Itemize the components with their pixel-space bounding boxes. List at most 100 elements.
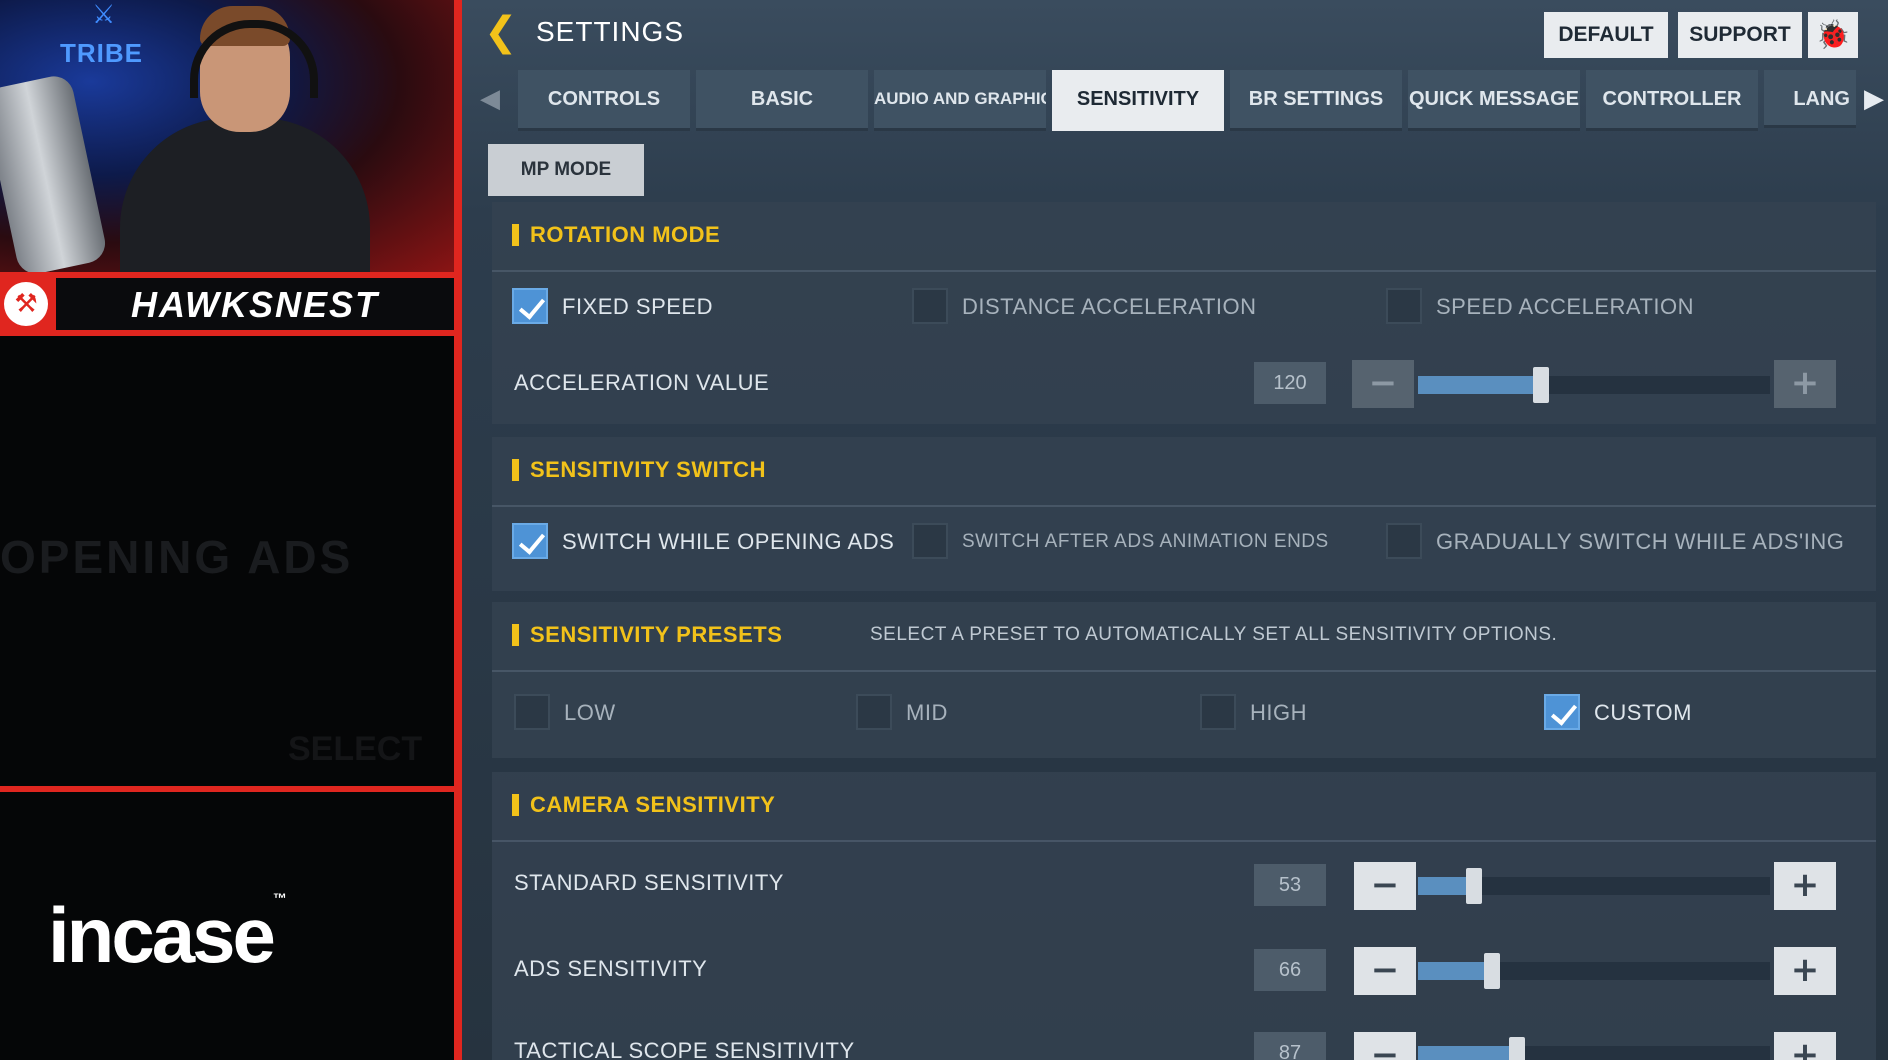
support-button[interactable]: SUPPORT <box>1678 12 1802 58</box>
slider-thumb[interactable] <box>1533 367 1549 403</box>
tactical-scope-sensitivity-slider[interactable] <box>1418 1037 1770 1060</box>
tab-controls[interactable]: CONTROLS <box>518 70 690 131</box>
tab-sensitivity[interactable]: SENSITIVITY <box>1052 70 1224 131</box>
checkbox-unchecked[interactable] <box>514 694 550 730</box>
tab-bar: ◀ CONTROLS BASIC AUDIO AND GRAPHICS SENS… <box>462 70 1888 131</box>
option-label: SWITCH AFTER ADS ANIMATION ENDS <box>962 531 1329 552</box>
bug-report-icon[interactable]: 🐞 <box>1808 12 1858 58</box>
standard-sensitivity-decrease-button[interactable]: − <box>1354 862 1416 910</box>
tactical-scope-sensitivity-decrease-button[interactable]: − <box>1354 1032 1416 1060</box>
camera-sensitivity-panel: CAMERA SENSITIVITY STANDARD SENSITIVITY … <box>492 772 1876 1060</box>
tactical-scope-sensitivity-value: 87 <box>1254 1032 1326 1060</box>
slider-thumb[interactable] <box>1466 868 1482 904</box>
ads-sensitivity-value: 66 <box>1254 949 1326 991</box>
checkbox-unchecked[interactable] <box>856 694 892 730</box>
option-distance-acceleration[interactable]: DISTANCE ACCELERATION <box>912 288 1312 328</box>
preset-high[interactable]: HIGH <box>1200 694 1400 734</box>
ads-sensitivity-decrease-button[interactable]: − <box>1354 947 1416 995</box>
overlay-border <box>454 0 462 1060</box>
slider-thumb[interactable] <box>1484 953 1500 989</box>
section-title: ROTATION MODE <box>530 222 721 247</box>
sensitivity-presets-panel: SENSITIVITY PRESETS SELECT A PRESET TO A… <box>492 602 1876 758</box>
sponsor-logo: incase™ <box>48 890 287 981</box>
checkbox-checked[interactable] <box>1544 694 1580 730</box>
preset-low[interactable]: LOW <box>514 694 714 734</box>
checkbox-checked[interactable] <box>512 523 548 559</box>
ghost-overlay-small-text: SELECT <box>288 730 423 768</box>
stream-overlay: ⚔ TRIBE ⚒ HAWKSNEST OPENING ADS SELECT i… <box>0 0 462 1060</box>
option-fixed-speed[interactable]: FIXED SPEED <box>512 288 832 328</box>
section-title: CAMERA SENSITIVITY <box>530 792 776 817</box>
subtab-mp-mode[interactable]: MP MODE <box>488 144 644 196</box>
tab-scroll-right-icon[interactable]: ▶ <box>1864 84 1884 114</box>
tab-basic[interactable]: BASIC <box>696 70 868 131</box>
option-gradually-switch[interactable]: GRADUALLY SWITCH WHILE ADS'ING <box>1386 523 1856 563</box>
back-arrow-icon[interactable]: ❮ <box>484 12 518 52</box>
settings-screen: ❮ SETTINGS DEFAULT SUPPORT 🐞 ◀ CONTROLS … <box>462 0 1888 1060</box>
tab-scroll-left-icon[interactable]: ◀ <box>480 84 500 114</box>
tab-quick-message[interactable]: QUICK MESSAGE <box>1408 70 1580 131</box>
slider-fill <box>1418 962 1492 980</box>
option-label: FIXED SPEED <box>562 294 713 319</box>
checkbox-unchecked[interactable] <box>912 523 948 559</box>
ads-sensitivity-slider[interactable] <box>1418 953 1770 989</box>
ghost-overlay-text: OPENING ADS <box>0 531 354 583</box>
tab-audio-and-graphics[interactable]: AUDIO AND GRAPHICS <box>874 70 1046 131</box>
option-switch-while-opening-ads[interactable]: SWITCH WHILE OPENING ADS <box>512 523 912 563</box>
checkbox-unchecked[interactable] <box>1386 523 1422 559</box>
section-marker <box>512 794 519 816</box>
option-label: GRADUALLY SWITCH WHILE ADS'ING <box>1436 529 1845 554</box>
section-description: SELECT A PRESET TO AUTOMATICALLY SET ALL… <box>870 624 1558 645</box>
overlay-divider <box>0 786 462 792</box>
default-button[interactable]: DEFAULT <box>1544 12 1668 58</box>
acceleration-value-label: ACCELERATION VALUE <box>514 370 770 395</box>
checkbox-checked[interactable] <box>512 288 548 324</box>
option-label: SPEED ACCELERATION <box>1436 294 1694 319</box>
section-title: SENSITIVITY PRESETS <box>530 622 783 647</box>
camera-sensitivity-header: CAMERA SENSITIVITY <box>492 772 1876 842</box>
sensitivity-switch-header: SENSITIVITY SWITCH <box>492 437 1876 507</box>
streamer-name: HAWKSNEST <box>130 284 379 325</box>
option-label: LOW <box>564 700 616 725</box>
tribe-logo: ⚔ TRIBE <box>56 0 156 68</box>
top-bar: ❮ SETTINGS DEFAULT SUPPORT 🐞 <box>462 0 1888 66</box>
rotation-mode-header: ROTATION MODE <box>492 202 1876 272</box>
acceleration-decrease-button[interactable]: − <box>1352 360 1414 408</box>
webcam-feed: ⚔ TRIBE <box>0 0 454 272</box>
standard-sensitivity-label: STANDARD SENSITIVITY <box>514 870 784 895</box>
rotation-mode-panel: ROTATION MODE FIXED SPEED DISTANCE ACCEL… <box>492 202 1876 424</box>
checkbox-unchecked[interactable] <box>912 288 948 324</box>
checkbox-unchecked[interactable] <box>1386 288 1422 324</box>
option-switch-after-ads-animation[interactable]: SWITCH AFTER ADS ANIMATION ENDS <box>912 523 1352 563</box>
tab-br-settings[interactable]: BR SETTINGS <box>1230 70 1402 131</box>
standard-sensitivity-slider[interactable] <box>1418 868 1770 904</box>
slider-fill <box>1418 1046 1517 1060</box>
checkbox-unchecked[interactable] <box>1200 694 1236 730</box>
preset-mid[interactable]: MID <box>856 694 1056 734</box>
ads-sensitivity-increase-button[interactable]: + <box>1774 947 1836 995</box>
page-title: SETTINGS <box>536 16 685 47</box>
preset-custom[interactable]: CUSTOM <box>1544 694 1744 734</box>
option-label: SWITCH WHILE OPENING ADS <box>562 529 895 554</box>
acceleration-increase-button[interactable]: + <box>1774 360 1836 408</box>
tactical-scope-sensitivity-label: TACTICAL SCOPE SENSITIVITY <box>514 1038 855 1060</box>
section-marker <box>512 624 519 646</box>
acceleration-value-box: 120 <box>1254 362 1326 404</box>
section-title: SENSITIVITY SWITCH <box>530 457 766 482</box>
slider-fill <box>1418 376 1541 394</box>
acceleration-slider[interactable] <box>1418 367 1770 403</box>
microphone-image <box>0 72 109 272</box>
slider-thumb[interactable] <box>1509 1037 1525 1060</box>
streamer-body <box>120 118 370 272</box>
ads-sensitivity-label: ADS SENSITIVITY <box>514 956 708 981</box>
tribe-logo-text: TRIBE <box>60 38 143 68</box>
option-speed-acceleration[interactable]: SPEED ACCELERATION <box>1386 288 1786 328</box>
section-marker <box>512 459 519 481</box>
tab-language[interactable]: LANG <box>1764 70 1856 128</box>
tab-controller[interactable]: CONTROLLER <box>1586 70 1758 131</box>
sponsor-logo-text: incase <box>48 891 276 979</box>
tactical-scope-sensitivity-increase-button[interactable]: + <box>1774 1032 1836 1060</box>
standard-sensitivity-increase-button[interactable]: + <box>1774 862 1836 910</box>
sponsor-trademark: ™ <box>272 890 287 906</box>
option-label: MID <box>906 700 948 725</box>
